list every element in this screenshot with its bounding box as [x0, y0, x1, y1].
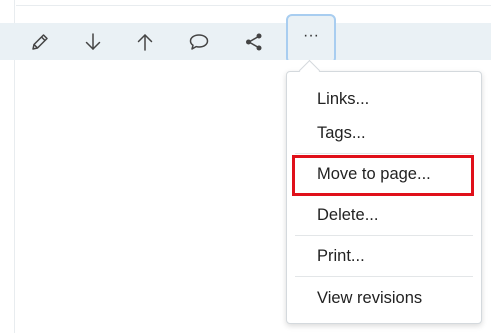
menu-item-label: Delete... — [317, 205, 379, 224]
top-divider — [16, 5, 491, 6]
more-options-button[interactable]: ··· — [286, 14, 336, 64]
menu-item-delete[interactable]: Delete... — [287, 200, 481, 230]
share-icon — [244, 32, 264, 52]
menu-divider — [295, 153, 473, 154]
comment-button[interactable] — [182, 25, 216, 59]
menu-item-links[interactable]: Links... — [287, 84, 481, 114]
menu-divider — [295, 235, 473, 236]
move-up-button[interactable] — [128, 25, 162, 59]
share-button[interactable] — [237, 25, 271, 59]
menu-item-label: Print... — [317, 246, 365, 265]
pencil-icon — [30, 32, 50, 52]
menu-divider — [295, 276, 473, 277]
menu-item-label: View revisions — [317, 288, 423, 307]
menu-item-label: Links... — [317, 89, 370, 108]
move-down-button[interactable] — [76, 25, 110, 59]
menu-item-tags[interactable]: Tags... — [287, 118, 481, 148]
edit-button[interactable] — [23, 25, 57, 59]
highlight-annotation — [292, 155, 474, 196]
arrow-down-icon — [83, 32, 103, 52]
arrow-up-icon — [135, 32, 155, 52]
item-toolbar: ··· — [0, 14, 491, 64]
more-options-menu: Links... Tags... Move to page... Delete.… — [286, 71, 482, 324]
speech-bubble-icon — [188, 32, 210, 52]
menu-item-view-revisions[interactable]: View revisions — [287, 283, 481, 313]
menu-item-label: Tags... — [317, 123, 366, 142]
menu-item-print[interactable]: Print... — [287, 241, 481, 271]
ellipsis-icon: ··· — [303, 27, 319, 44]
